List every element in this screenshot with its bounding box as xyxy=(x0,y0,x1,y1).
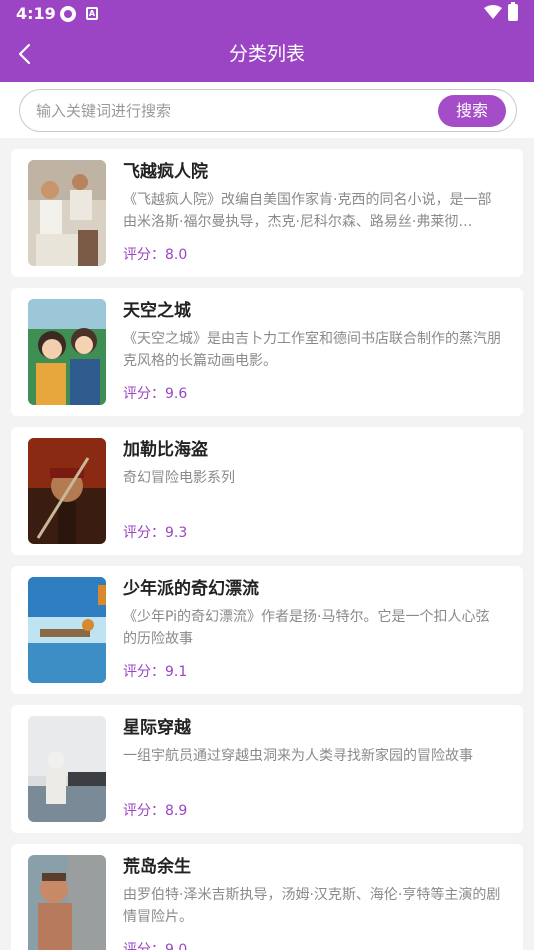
rating-label: 评分： xyxy=(123,664,165,680)
page-title: 分类列表 xyxy=(228,43,305,65)
movie-card[interactable]: 少年派的奇幻漂流 《少年Pi的奇幻漂流》作者是扬·马特尔。它是一个扣人心弦的历险… xyxy=(11,566,523,694)
movie-description: 《天空之城》是由吉卜力工作室和德间书店联合制作的蒸汽朋克风格的长篇动画电影。 xyxy=(123,331,501,369)
movie-card[interactable]: 加勒比海盗 奇幻冒险电影系列 评分：9.3 xyxy=(11,427,523,555)
movie-rating: 评分：9.3 xyxy=(123,523,187,543)
wifi-icon xyxy=(484,5,502,19)
rating-value: 9.3 xyxy=(165,525,188,541)
movie-rating: 评分：9.0 xyxy=(123,940,187,950)
movie-card[interactable]: 天空之城 《天空之城》是由吉卜力工作室和德间书店联合制作的蒸汽朋克风格的长篇动画… xyxy=(11,288,523,416)
movie-description: 《少年Pi的奇幻漂流》作者是扬·马特尔。它是一个扣人心弦的历险故事 xyxy=(123,609,490,647)
status-bar: 4:19 A xyxy=(0,0,534,28)
movie-rating: 评分：8.0 xyxy=(123,245,187,265)
rating-value: 9.6 xyxy=(165,386,188,402)
movie-title: 荒岛余生 xyxy=(123,857,191,877)
movie-description: 由罗伯特·泽米吉斯执导，汤姆·汉克斯、海伦·亨特等主演的剧情冒险片。 xyxy=(123,887,501,925)
movie-card[interactable]: 飞越疯人院 《飞越疯人院》改编自美国作家肯·克西的同名小说，是一部由米洛斯·福尔… xyxy=(11,149,523,277)
rating-label: 评分： xyxy=(123,386,165,402)
movie-rating: 评分：9.6 xyxy=(123,384,187,404)
movie-description: 奇幻冒险电影系列 xyxy=(123,470,235,486)
rating-value: 9.1 xyxy=(165,664,188,680)
sync-icon xyxy=(60,6,76,22)
movie-poster xyxy=(28,299,106,405)
search-bar: 搜索 xyxy=(0,82,534,138)
movie-card[interactable]: 荒岛余生 由罗伯特·泽米吉斯执导，汤姆·汉克斯、海伦·亨特等主演的剧情冒险片。 … xyxy=(11,844,523,950)
rating-value: 8.9 xyxy=(165,803,188,819)
movie-poster xyxy=(28,577,106,683)
movie-rating: 评分：9.1 xyxy=(123,662,187,682)
status-time: 4:19 xyxy=(16,4,56,23)
movie-card[interactable]: 星际穿越 一组宇航员通过穿越虫洞来为人类寻找新家园的冒险故事 评分：8.9 xyxy=(11,705,523,833)
movie-title: 少年派的奇幻漂流 xyxy=(123,579,259,599)
movie-rating: 评分：8.9 xyxy=(123,801,187,821)
movie-description: 《飞越疯人院》改编自美国作家肯·克西的同名小说，是一部由米洛斯·福尔曼执导，杰克… xyxy=(123,192,492,230)
movie-poster xyxy=(28,160,106,266)
battery-icon xyxy=(508,2,518,21)
rating-value: 8.0 xyxy=(165,247,188,263)
movie-description: 一组宇航员通过穿越虫洞来为人类寻找新家园的冒险故事 xyxy=(123,748,473,764)
rating-value: 9.0 xyxy=(165,942,188,950)
search-button[interactable]: 搜索 xyxy=(438,95,506,127)
movie-title: 加勒比海盗 xyxy=(123,440,208,460)
movie-poster xyxy=(28,438,106,544)
movie-title: 飞越疯人院 xyxy=(123,162,208,182)
movie-title: 星际穿越 xyxy=(123,718,191,738)
rating-label: 评分： xyxy=(123,803,165,819)
rating-label: 评分： xyxy=(123,942,165,950)
search-box: 搜索 xyxy=(19,89,517,132)
rating-label: 评分： xyxy=(123,525,165,541)
notification-icon: A xyxy=(86,7,98,20)
movie-poster xyxy=(28,855,106,950)
movie-poster xyxy=(28,716,106,822)
search-input[interactable] xyxy=(36,100,426,122)
rating-label: 评分： xyxy=(123,247,165,263)
movie-title: 天空之城 xyxy=(123,301,191,321)
app-header: 4:19 A 分类列表 xyxy=(0,0,534,82)
